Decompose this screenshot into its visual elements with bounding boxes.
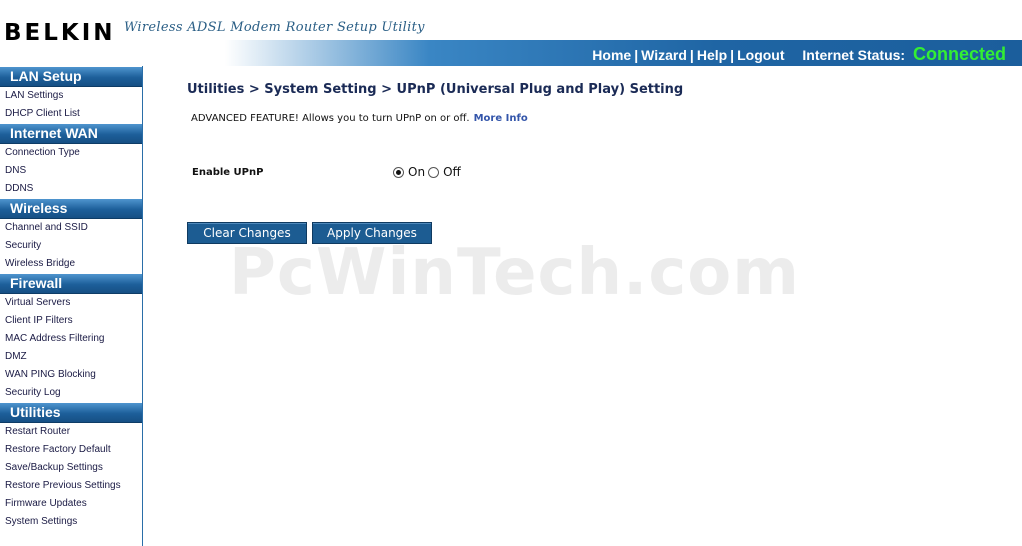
sidebar-item-restore-previous-settings[interactable]: Restore Previous Settings (0, 477, 142, 495)
upnp-off-label: Off (443, 165, 461, 179)
wizard-link[interactable]: Wizard (641, 47, 687, 63)
top-nav: Home | Wizard | Help | Logout Internet Status:… (592, 44, 1006, 65)
sidebar-item-security-log[interactable]: Security Log (0, 384, 142, 402)
sidebar-item-security[interactable]: Security (0, 237, 142, 255)
sidebar-item-connection-type[interactable]: Connection Type (0, 144, 142, 162)
upnp-on-radio[interactable] (393, 166, 404, 178)
upnp-radio-group: On Off (393, 165, 464, 179)
sidebar-item-mac-address-filtering[interactable]: MAC Address Filtering (0, 330, 142, 348)
sidebar-section-lan-setup: LAN Setup (0, 67, 142, 87)
sidebar-item-dmz[interactable]: DMZ (0, 348, 142, 366)
sidebar-item-wireless-bridge[interactable]: Wireless Bridge (0, 255, 142, 273)
nav-separator: | (634, 47, 639, 63)
main-content: PcWinTech.com Utilities > System Setting… (143, 66, 1022, 546)
app-tagline: Wireless ADSL Modem Router Setup Utility (124, 20, 425, 35)
upnp-off-radio[interactable] (428, 166, 440, 178)
home-link[interactable]: Home (592, 47, 631, 63)
nav-separator: | (689, 47, 694, 63)
sidebar-item-dns[interactable]: DNS (0, 162, 142, 180)
sidebar-section-internet-wan: Internet WAN (0, 124, 142, 144)
sidebar: LAN Setup LAN Settings DHCP Client List … (0, 66, 143, 546)
sidebar-item-client-ip-filters[interactable]: Client IP Filters (0, 312, 142, 330)
sidebar-item-system-settings[interactable]: System Settings (0, 513, 142, 531)
sidebar-item-wan-ping-blocking[interactable]: WAN PING Blocking (0, 366, 142, 384)
sidebar-item-lan-settings[interactable]: LAN Settings (0, 87, 142, 105)
sidebar-item-virtual-servers[interactable]: Virtual Servers (0, 294, 142, 312)
apply-changes-button[interactable]: Apply Changes (312, 222, 432, 244)
sidebar-item-channel-ssid[interactable]: Channel and SSID (0, 219, 142, 237)
watermark: PcWinTech.com (229, 236, 800, 310)
page-title: Utilities > System Setting > UPnP (Unive… (187, 82, 684, 97)
sidebar-section-utilities: Utilities (0, 403, 142, 423)
help-link[interactable]: Help (697, 47, 727, 63)
intro-description: ADVANCED FEATURE! Allows you to turn UPn… (191, 113, 470, 124)
more-info-link[interactable]: More Info (474, 113, 528, 124)
sidebar-section-wireless: Wireless (0, 199, 142, 219)
sidebar-item-firmware-updates[interactable]: Firmware Updates (0, 495, 142, 513)
clear-changes-button[interactable]: Clear Changes (187, 222, 307, 244)
upnp-on-label: On (408, 165, 426, 179)
internet-status-value: Connected (912, 44, 1006, 64)
sidebar-section-firewall: Firewall (0, 274, 142, 294)
intro-text: ADVANCED FEATURE! Allows you to turn UPn… (191, 113, 528, 124)
sidebar-item-restart-router[interactable]: Restart Router (0, 423, 142, 441)
sidebar-item-save-backup-settings[interactable]: Save/Backup Settings (0, 459, 142, 477)
internet-status-label: Internet Status: (802, 47, 906, 63)
sidebar-item-dhcp-client-list[interactable]: DHCP Client List (0, 105, 142, 123)
sidebar-item-restore-factory-default[interactable]: Restore Factory Default (0, 441, 142, 459)
sidebar-item-ddns[interactable]: DDNS (0, 180, 142, 198)
logout-link[interactable]: Logout (737, 47, 784, 63)
nav-separator: | (730, 47, 735, 63)
enable-upnp-label: Enable UPnP (192, 167, 264, 178)
header: BELKIN Wireless ADSL Modem Router Setup … (0, 0, 1022, 66)
